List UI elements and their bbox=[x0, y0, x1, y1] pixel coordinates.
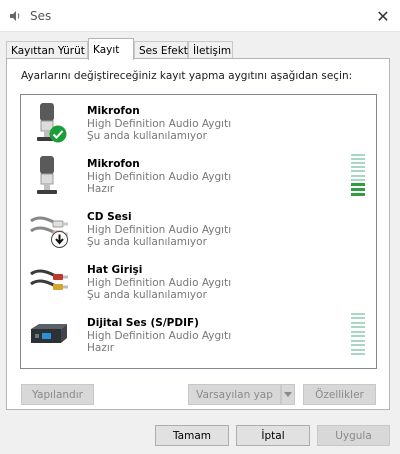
device-list[interactable]: Mikrofon High Definition Audio Aygıtı Şu… bbox=[20, 94, 377, 369]
tab-label: Kayıt bbox=[93, 43, 120, 56]
tab-label: İletişim bbox=[193, 44, 232, 57]
ok-label: Tamam bbox=[172, 429, 211, 442]
device-driver: High Definition Audio Aygıtı bbox=[87, 171, 232, 183]
ok-button[interactable]: Tamam bbox=[155, 425, 229, 446]
device-status: Şu anda kullanılamıyor bbox=[87, 236, 207, 248]
microphone-icon bbox=[37, 156, 57, 194]
list-item-device[interactable]: Mikrofon High Definition Audio Aygıtı Ha… bbox=[21, 150, 376, 203]
properties-label: Özellikler bbox=[315, 388, 364, 401]
set-default-dropdown[interactable] bbox=[281, 384, 295, 405]
device-name: Hat Girişi bbox=[87, 264, 143, 276]
list-item-device[interactable]: CD Sesi High Definition Audio Aygıtı Şu … bbox=[21, 203, 376, 256]
cancel-button[interactable]: İptal bbox=[236, 425, 310, 446]
device-driver: High Definition Audio Aygıtı bbox=[87, 277, 232, 289]
set-default-button[interactable]: Varsayılan yap bbox=[188, 384, 281, 405]
close-icon: ✕ bbox=[376, 6, 390, 26]
recording-panel: Ayarlarını değiştireceğiniz kayıt yapma … bbox=[6, 58, 390, 410]
configure-label: Yapılandır bbox=[32, 388, 83, 401]
title-bar: Ses ✕ bbox=[0, 0, 400, 32]
list-item-device[interactable]: Mikrofon High Definition Audio Aygıtı Şu… bbox=[21, 97, 376, 150]
default-check-icon bbox=[49, 125, 67, 143]
spdif-device-icon bbox=[31, 324, 67, 343]
set-default-label: Varsayılan yap bbox=[196, 388, 273, 401]
device-name: Mikrofon bbox=[87, 158, 140, 170]
unplugged-arrow-icon bbox=[51, 231, 68, 248]
tab-communications[interactable]: İletişim bbox=[188, 41, 233, 59]
properties-button[interactable]: Özellikler bbox=[303, 384, 376, 405]
device-status: Hazır bbox=[87, 342, 115, 354]
list-item-device[interactable]: Dijital Ses (S/PDIF) High Definition Aud… bbox=[21, 309, 376, 362]
level-meter bbox=[351, 154, 365, 196]
line-in-cable-icon bbox=[30, 269, 68, 290]
apply-label: Uygula bbox=[335, 429, 372, 442]
tab-recording[interactable]: Kayıt bbox=[88, 38, 134, 60]
device-status: Hazır bbox=[87, 183, 115, 195]
speaker-icon bbox=[10, 11, 20, 21]
instruction-text: Ayarlarını değiştireceğiniz kayıt yapma … bbox=[21, 70, 353, 82]
device-driver: High Definition Audio Aygıtı bbox=[87, 330, 232, 342]
tab-label: Ses Efekti bbox=[139, 44, 191, 57]
device-status: Şu anda kullanılamıyor bbox=[87, 130, 207, 142]
list-item-device[interactable]: Hat Girişi High Definition Audio Aygıtı … bbox=[21, 256, 376, 309]
close-button[interactable]: ✕ bbox=[366, 0, 400, 32]
chevron-down-icon bbox=[284, 392, 292, 397]
apply-button[interactable]: Uygula bbox=[317, 425, 390, 446]
tab-label: Kayıttan Yürüt bbox=[11, 44, 85, 57]
window-title: Ses bbox=[30, 9, 52, 23]
cancel-label: İptal bbox=[261, 429, 285, 442]
level-meter bbox=[351, 313, 365, 355]
tab-sound-effects[interactable]: Ses Efekti bbox=[134, 41, 191, 59]
device-status: Şu anda kullanılamıyor bbox=[87, 289, 207, 301]
device-driver: High Definition Audio Aygıtı bbox=[87, 118, 232, 130]
device-name: Mikrofon bbox=[87, 105, 140, 117]
device-name: CD Sesi bbox=[87, 211, 132, 223]
device-name: Dijital Ses (S/PDIF) bbox=[87, 317, 199, 329]
tab-playback[interactable]: Kayıttan Yürüt bbox=[6, 41, 88, 59]
configure-button[interactable]: Yapılandır bbox=[21, 384, 94, 405]
device-driver: High Definition Audio Aygıtı bbox=[87, 224, 232, 236]
